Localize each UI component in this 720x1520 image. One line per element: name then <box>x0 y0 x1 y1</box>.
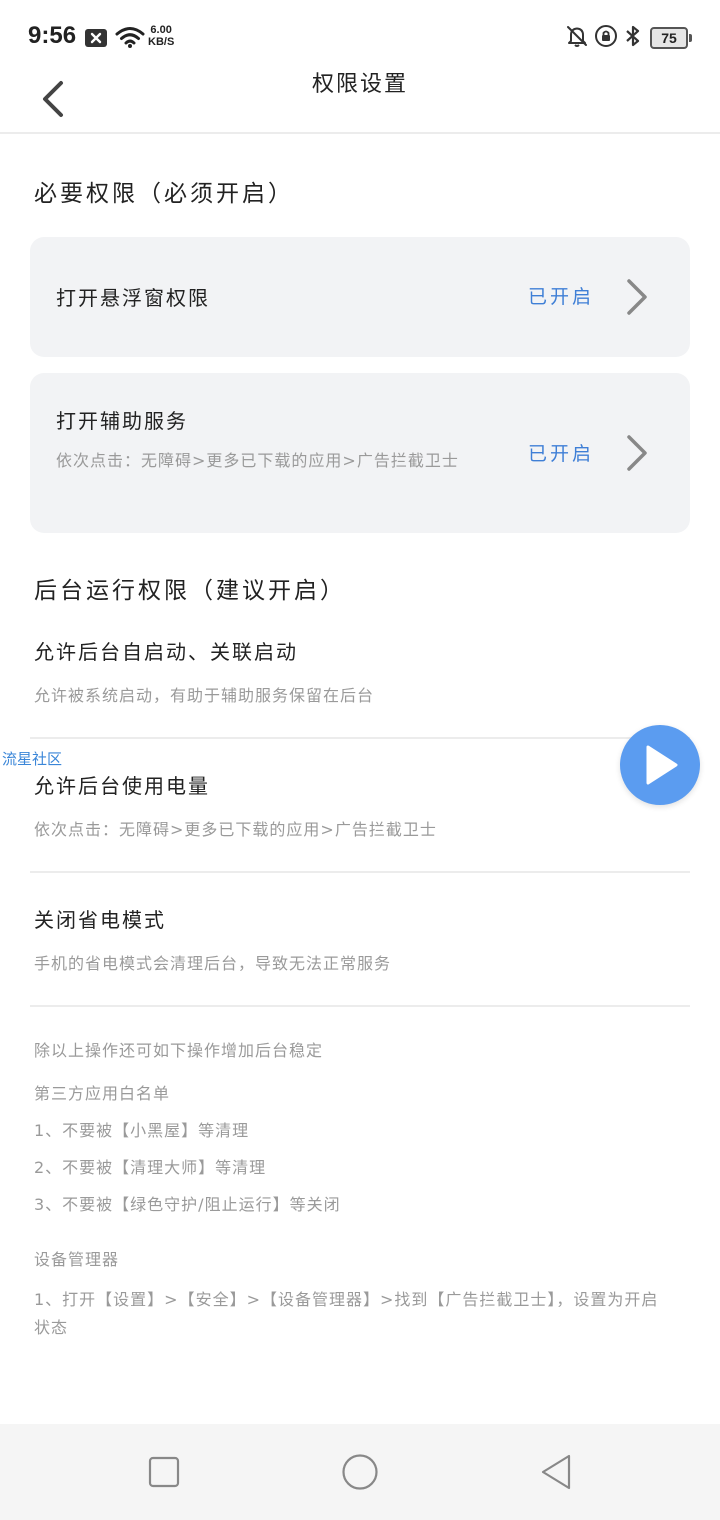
note-whitelist-item: 2、不要被【清理大师】等清理 <box>34 1158 267 1177</box>
card-title: 打开辅助服务 <box>56 409 188 433</box>
card-overlay-permission[interactable]: 打开悬浮窗权限 已开启 <box>30 237 690 357</box>
section-title-background: 后台运行权限（建议开启） <box>34 578 346 604</box>
watermark-label: 流星社区 <box>2 750 63 768</box>
note-whitelist-item: 1、不要被【小黑屋】等清理 <box>34 1121 250 1140</box>
card-description: 依次点击：无障碍>更多已下载的应用>广告拦截卫士 <box>56 451 459 470</box>
divider <box>30 871 690 873</box>
item-title-battery-usage[interactable]: 允许后台使用电量 <box>34 770 210 799</box>
item-desc-power-saving: 手机的省电模式会清理后台，导致无法正常服务 <box>34 954 392 973</box>
triangle-back-icon <box>541 1454 571 1490</box>
status-time: 9:56 <box>28 22 77 49</box>
note-device-admin-title: 设备管理器 <box>34 1250 120 1269</box>
chevron-right-icon <box>627 435 647 471</box>
network-speed-value: 6.00 <box>150 24 172 36</box>
divider <box>30 737 690 739</box>
item-title-autostart[interactable]: 允许后台自启动、关联启动 <box>34 636 298 665</box>
nav-back-button[interactable] <box>536 1452 576 1492</box>
bell-off-icon <box>567 26 587 47</box>
floating-play-button[interactable] <box>620 725 700 805</box>
card-accessibility-service[interactable]: 打开辅助服务 依次点击：无障碍>更多已下载的应用>广告拦截卫士 已开启 <box>30 373 690 533</box>
note-intro: 除以上操作还可如下操作增加后台稳定 <box>34 1041 324 1060</box>
note-whitelist-item: 3、不要被【绿色守护/阻止运行】等关闭 <box>34 1195 341 1214</box>
network-speed: 6.00 KB/S <box>148 24 174 48</box>
note-device-admin-item: 1、打开【设置】>【安全】>【设备管理器】>找到【广告拦截卫士】，设置为开启状态 <box>34 1290 659 1337</box>
status-bar: 9:56 6.00 KB/S 75 <box>0 0 720 66</box>
header: 权限设置 <box>0 66 720 134</box>
nav-recent-button[interactable] <box>144 1452 184 1492</box>
note-whitelist-title: 第三方应用白名单 <box>34 1084 171 1103</box>
section-title-required: 必要权限（必须开启） <box>34 181 294 207</box>
item-desc-autostart: 允许被系统启动，有助于辅助服务保留在后台 <box>34 686 375 705</box>
square-recent-icon <box>148 1456 180 1488</box>
page-title: 权限设置 <box>311 72 408 97</box>
bluetooth-icon <box>626 25 640 47</box>
divider <box>30 1005 690 1007</box>
item-desc-battery-usage: 依次点击：无障碍>更多已下载的应用>广告拦截卫士 <box>34 820 437 839</box>
battery-icon: 75 <box>650 27 692 49</box>
lock-rotation-icon <box>595 25 617 47</box>
status-enabled: 已开启 <box>527 286 594 308</box>
status-enabled: 已开启 <box>527 443 594 465</box>
play-icon <box>646 745 678 785</box>
chevron-right-icon <box>627 279 647 315</box>
item-title-power-saving[interactable]: 关闭省电模式 <box>34 904 166 933</box>
close-box-icon <box>85 29 107 47</box>
wifi-icon <box>115 27 145 48</box>
network-speed-unit: KB/S <box>148 36 175 48</box>
circle-home-icon <box>342 1454 378 1490</box>
navigation-bar <box>0 1424 720 1520</box>
nav-home-button[interactable] <box>340 1452 380 1492</box>
card-title: 打开悬浮窗权限 <box>56 286 210 310</box>
